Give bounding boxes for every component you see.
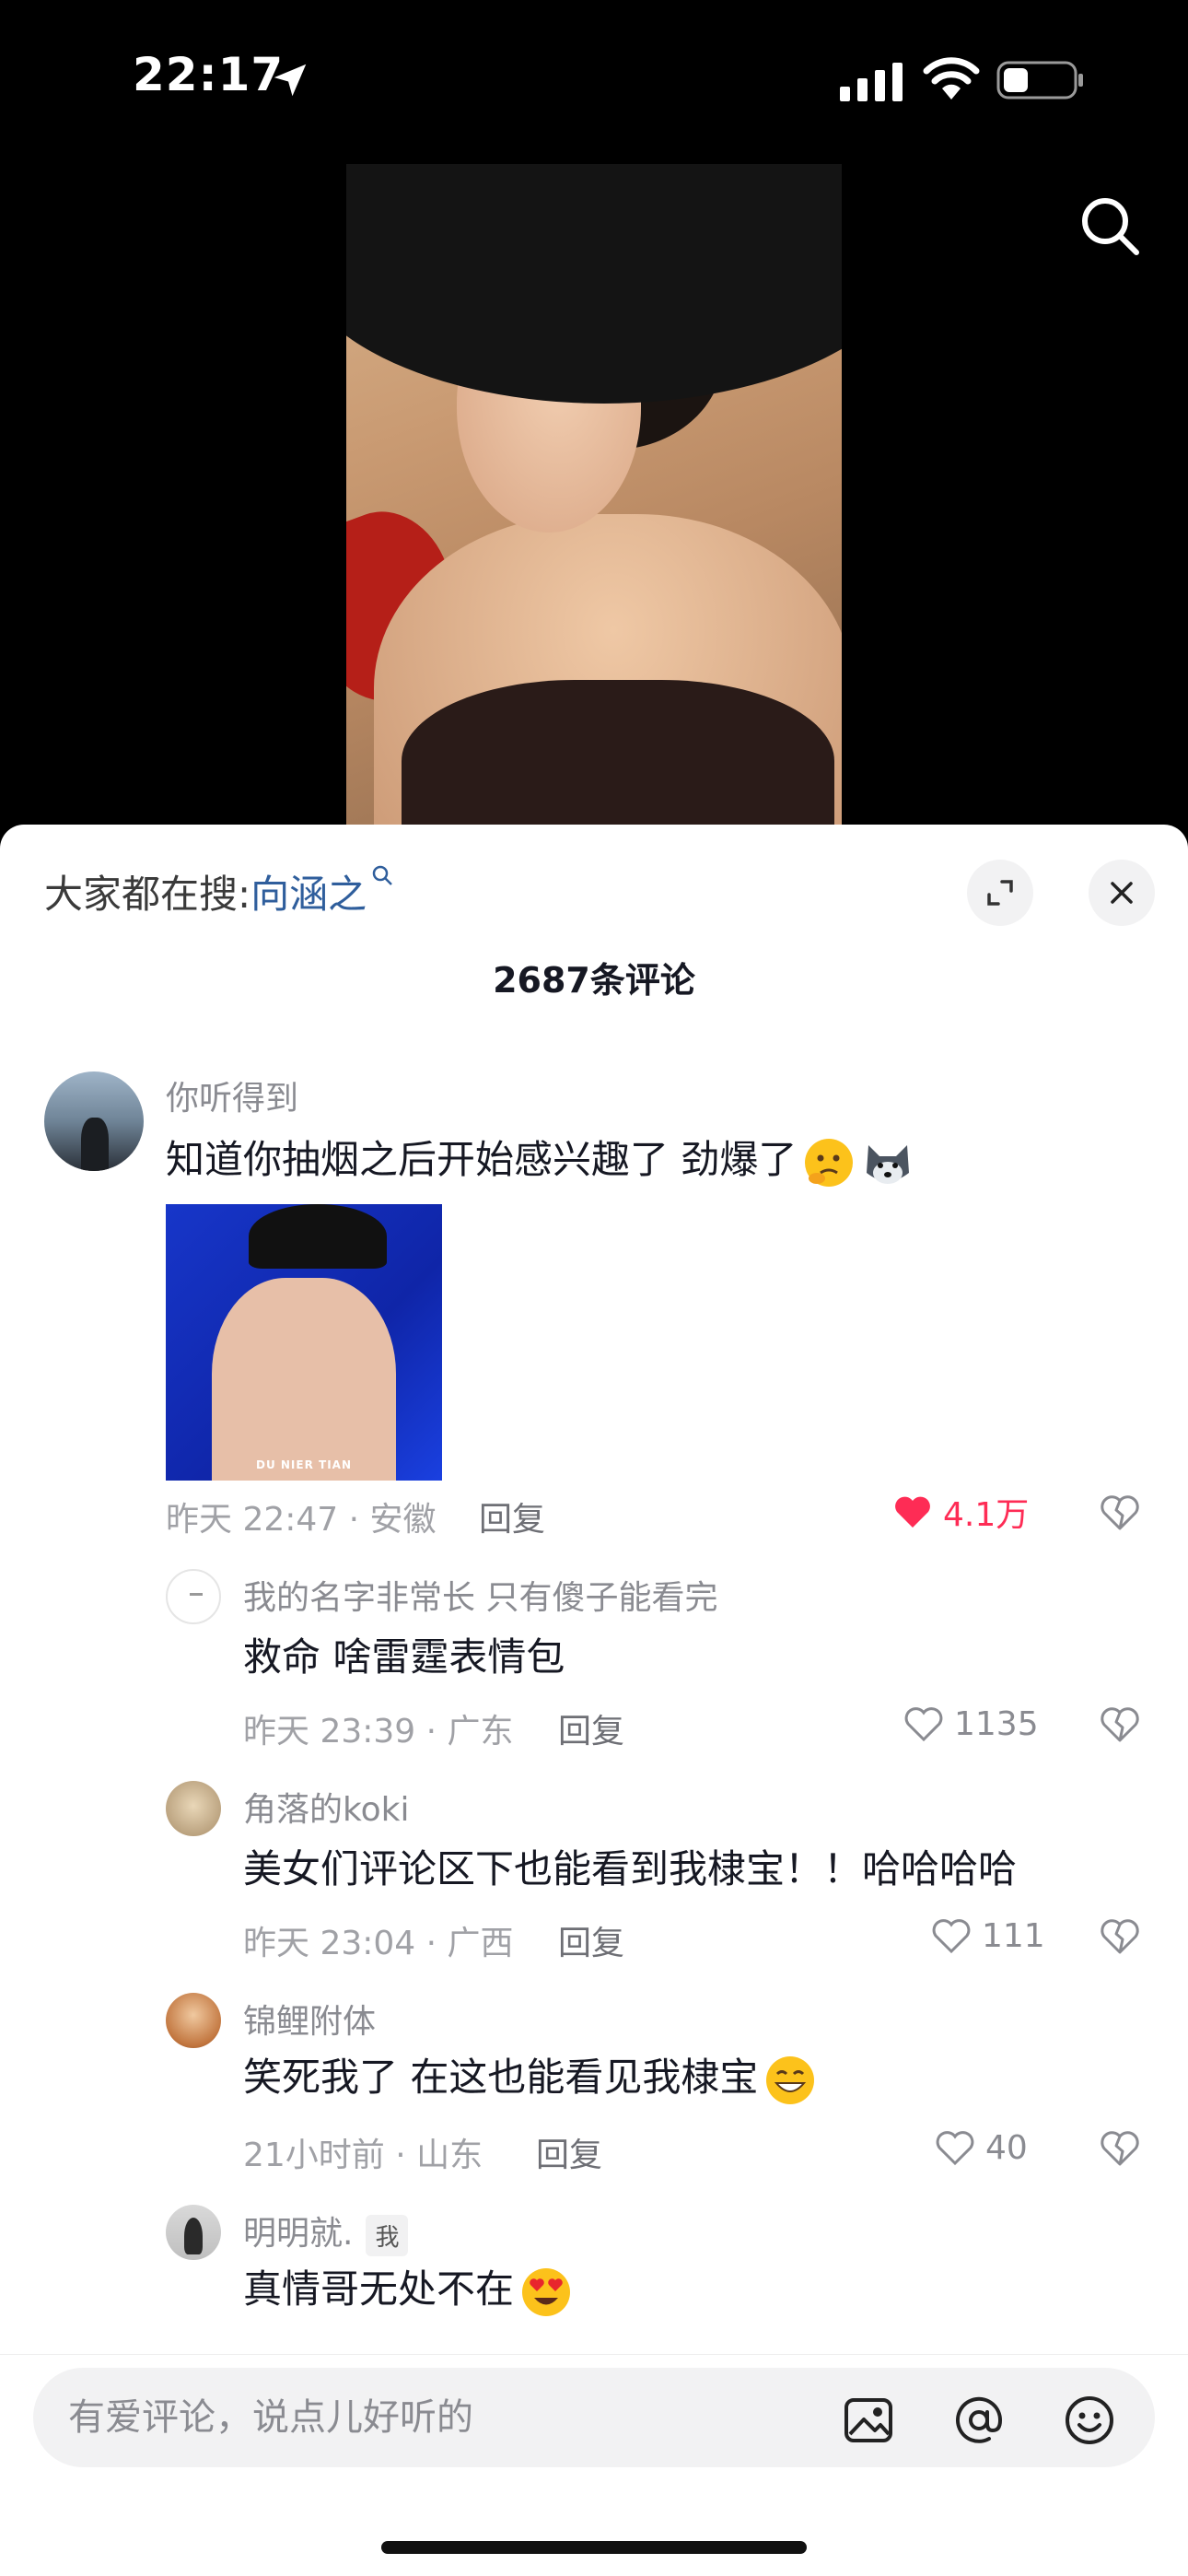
- heart-icon: [932, 1919, 971, 1954]
- emoji-icon[interactable]: [1063, 2394, 1116, 2447]
- reply-username[interactable]: 角落的koki: [243, 1783, 409, 1831]
- reply-text[interactable]: 救命 啥雷霆表情包: [243, 1626, 565, 1682]
- heart-icon: [895, 1496, 930, 1528]
- comment-text[interactable]: 知道你抽烟之后开始感兴趣了 劲爆了: [166, 1129, 914, 1189]
- location-arrow-icon: [274, 64, 307, 97]
- wifi-icon: [923, 57, 980, 100]
- avatar[interactable]: [166, 1569, 221, 1624]
- avatar[interactable]: [166, 1781, 221, 1836]
- expand-button[interactable]: [967, 860, 1033, 926]
- reply-username[interactable]: 锦鲤附体: [243, 1995, 376, 2043]
- husky-emoji-icon: [867, 1144, 910, 1184]
- reply-button[interactable]: 回复: [536, 2128, 602, 2176]
- comment-input[interactable]: [68, 2368, 805, 2467]
- reply-username-text: 明明就.: [243, 2215, 354, 2253]
- like-button[interactable]: 1135: [903, 1701, 1039, 1747]
- expand-icon: [987, 880, 1013, 906]
- avatar[interactable]: [44, 1071, 144, 1171]
- like-button[interactable]: 4.1万: [891, 1489, 1029, 1535]
- grin-emoji-icon: [766, 2055, 815, 2104]
- comment-input-bar: [0, 2354, 1188, 2576]
- battery-icon: [996, 61, 1083, 100]
- like-count: 40: [985, 2128, 1028, 2167]
- reply-button[interactable]: 回复: [558, 1704, 624, 1752]
- reply-meta: 21小时前 · 山东: [243, 2137, 483, 2174]
- status-time: 22:17: [133, 48, 285, 101]
- trending-label: 大家都在搜:: [44, 872, 251, 917]
- heart-icon: [936, 2131, 974, 2166]
- comment-count: 2687条评论: [493, 960, 695, 1001]
- like-button[interactable]: 40: [934, 2125, 1028, 2171]
- signal-icon: [840, 63, 903, 101]
- trending-search[interactable]: 大家都在搜:向涵之: [44, 863, 394, 919]
- reply-username[interactable]: 明明就. 我: [243, 2207, 409, 2256]
- dislike-icon[interactable]: [1098, 2125, 1142, 2170]
- me-badge: 我: [366, 2214, 409, 2256]
- image-icon[interactable]: [842, 2394, 895, 2447]
- home-indicator[interactable]: [381, 2541, 807, 2554]
- comment-sheet: 大家都在搜:向涵之 2687条评论 你听得到 知道你抽烟之后开始感兴趣了 劲爆了…: [0, 825, 1188, 2576]
- reply-username[interactable]: 我的名字非常长 只有傻子能看完: [243, 1571, 717, 1619]
- dislike-icon[interactable]: [1098, 1914, 1142, 1958]
- comment-username[interactable]: 你听得到: [166, 1071, 298, 1119]
- close-button[interactable]: [1089, 860, 1155, 926]
- heart-eyes-emoji-icon: [522, 2267, 571, 2316]
- close-icon: [1111, 882, 1133, 904]
- reply-text-content: 笑死我了 在这也能看见我棣宝: [243, 2055, 759, 2100]
- heart-icon: [904, 1707, 943, 1742]
- status-bar: 22:17: [0, 0, 1188, 157]
- reply-text-content: 真情哥无处不在: [243, 2266, 515, 2312]
- video-player[interactable]: [0, 157, 1188, 829]
- comment-input-pill[interactable]: [33, 2368, 1155, 2467]
- video-thumbnail[interactable]: [346, 164, 842, 829]
- reply-text[interactable]: 真情哥无处不在: [243, 2258, 573, 2319]
- thinking-emoji-icon: [805, 1138, 854, 1187]
- reply-text[interactable]: 美女们评论区下也能看到我棣宝！！哈哈哈哈: [243, 1838, 1017, 1894]
- avatar[interactable]: [166, 1993, 221, 2048]
- like-count: 1135: [954, 1704, 1039, 1743]
- at-icon[interactable]: [952, 2394, 1006, 2447]
- mini-search-icon: [372, 865, 393, 885]
- avatar[interactable]: [166, 2205, 221, 2260]
- trending-term[interactable]: 向涵之: [250, 872, 367, 917]
- reply-button[interactable]: 回复: [479, 1493, 545, 1540]
- reply-text[interactable]: 笑死我了 在这也能看见我棣宝: [243, 2046, 817, 2107]
- dislike-icon[interactable]: [1098, 1702, 1142, 1746]
- comment-meta: 昨天 22:47 · 安徽: [166, 1501, 437, 1539]
- like-count: 4.1万: [943, 1496, 1030, 1534]
- like-button[interactable]: 111: [930, 1913, 1045, 1959]
- reply-meta: 昨天 23:39 · 广东: [243, 1713, 514, 1751]
- comment-image[interactable]: DU NIER TIAN: [166, 1204, 442, 1481]
- reply-button[interactable]: 回复: [558, 1916, 624, 1964]
- comment-text-content: 知道你抽烟之后开始感兴趣了 劲爆了: [166, 1137, 798, 1182]
- reply-meta: 昨天 23:04 · 广西: [243, 1925, 514, 1962]
- comment-image-caption: DU NIER TIAN: [256, 1458, 352, 1471]
- dislike-icon[interactable]: [1098, 1490, 1142, 1534]
- like-count: 111: [982, 1916, 1045, 1955]
- search-icon[interactable]: [1076, 192, 1144, 260]
